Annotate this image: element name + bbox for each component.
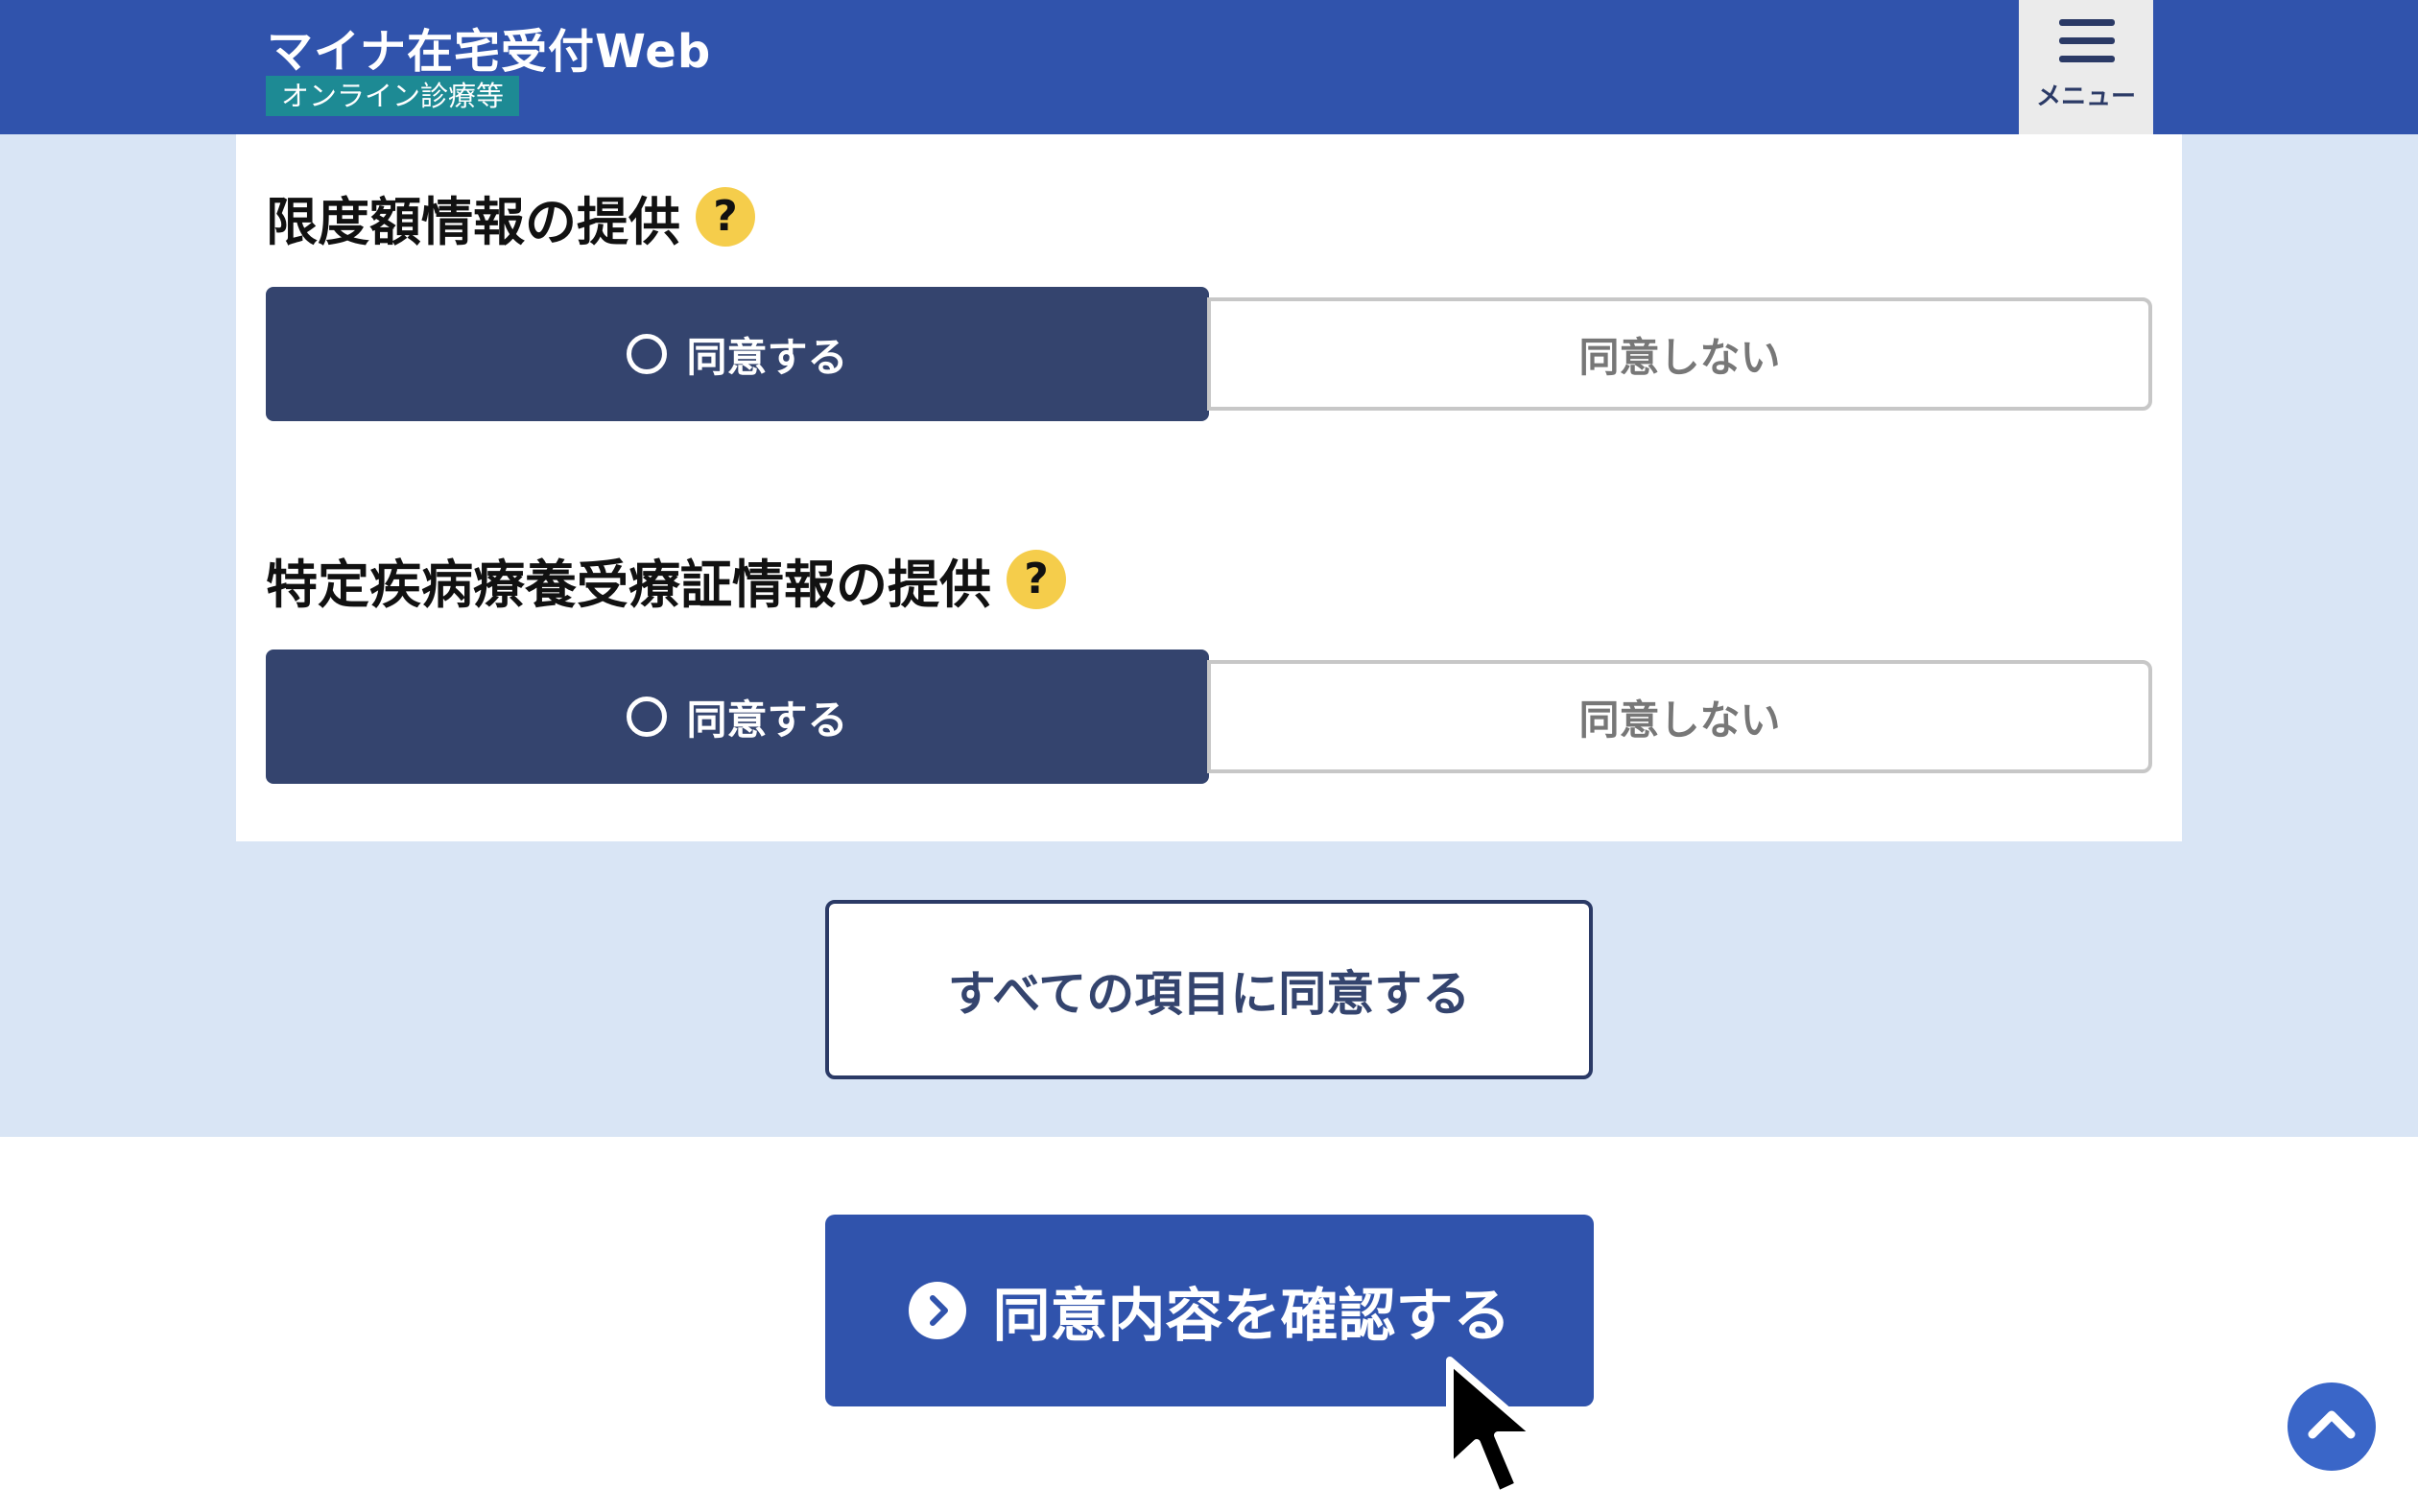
radio-circle-icon: [627, 334, 668, 374]
menu-button[interactable]: メニュー: [2019, 0, 2153, 134]
agree-all-label: すべての項目に同意する: [947, 965, 1471, 1022]
section-title-specific-disease: 特定疾病療養受療証情報の提供 ?: [266, 543, 1066, 616]
app-title[interactable]: マイナ在宅受付Web: [267, 13, 711, 81]
agree-all-button[interactable]: すべての項目に同意する: [825, 900, 1593, 1079]
agree-label: 同意する: [686, 333, 848, 381]
section-title-limit-amount: 限度額情報の提供 ?: [266, 180, 755, 253]
section-title-text: 特定疾病療養受療証情報の提供: [266, 554, 991, 615]
chevron-up-icon: [2308, 1410, 2356, 1439]
agree-option-specific-disease[interactable]: 同意する: [266, 650, 1209, 784]
scroll-to-top-button[interactable]: [2288, 1382, 2376, 1471]
radio-circle-icon: [627, 697, 668, 737]
agree-option-limit-amount[interactable]: 同意する: [266, 287, 1209, 421]
hamburger-icon: [2059, 19, 2115, 63]
disagree-option-specific-disease[interactable]: 同意しない: [1207, 660, 2152, 773]
disagree-label: 同意しない: [1578, 696, 1781, 744]
agree-label: 同意する: [686, 696, 848, 744]
question-icon[interactable]: ?: [696, 187, 755, 247]
disagree-option-limit-amount[interactable]: 同意しない: [1207, 297, 2152, 411]
mouse-pointer-icon: [1446, 1357, 1540, 1499]
confirm-label: 同意内容を確認する: [992, 1282, 1511, 1350]
service-badge: オンライン診療等: [266, 76, 520, 116]
app-header: マイナ在宅受付Web オンライン診療等 メニュー: [0, 0, 2418, 134]
question-icon[interactable]: ?: [1007, 550, 1066, 609]
menu-label: メニュー: [2035, 83, 2136, 111]
section-title-text: 限度額情報の提供: [266, 191, 680, 252]
disagree-label: 同意しない: [1578, 333, 1781, 381]
chevron-right-circle-icon: [908, 1282, 966, 1339]
